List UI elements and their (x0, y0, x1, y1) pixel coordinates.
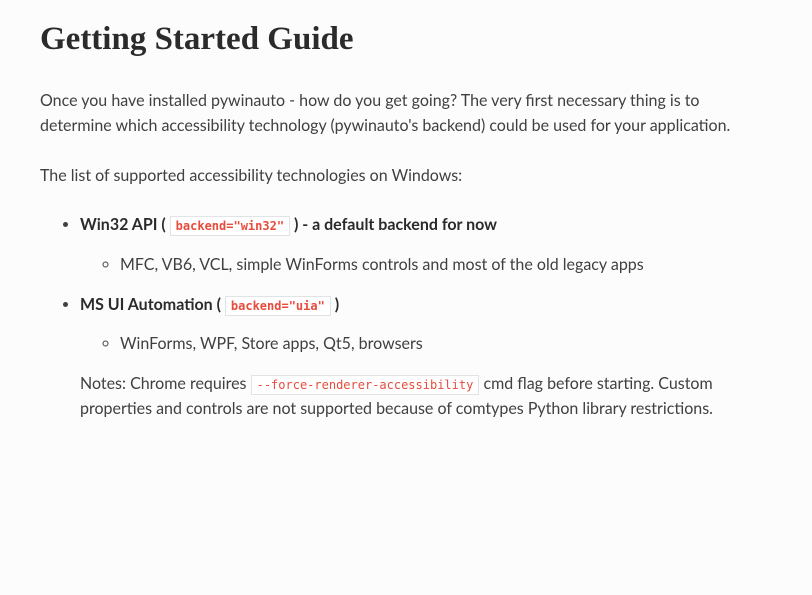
item-title-pre: Win32 API ( (80, 215, 166, 234)
sub-list: WinForms, WPF, Store apps, Qt5, browsers (80, 331, 772, 357)
item-code: backend="uia" (225, 296, 331, 316)
sub-list: MFC, VB6, VCL, simple WinForms controls … (80, 252, 772, 278)
list-intro-paragraph: The list of supported accessibility tech… (40, 163, 772, 189)
sub-item: WinForms, WPF, Store apps, Qt5, browsers (120, 331, 772, 357)
sub-item: MFC, VB6, VCL, simple WinForms controls … (120, 252, 772, 278)
page-title: Getting Started Guide (40, 20, 772, 60)
list-item: MS UI Automation ( backend="uia" ) WinFo… (80, 292, 772, 422)
item-notes: Notes: Chrome requires --force-renderer-… (80, 371, 772, 422)
item-title: MS UI Automation ( backend="uia" ) (80, 292, 772, 318)
backend-list: Win32 API ( backend="win32" ) - a defaul… (40, 212, 772, 422)
item-title: Win32 API ( backend="win32" ) - a defaul… (80, 212, 772, 238)
item-code: backend="win32" (170, 216, 290, 236)
list-item: Win32 API ( backend="win32" ) - a defaul… (80, 212, 772, 277)
intro-paragraph: Once you have installed pywinauto - how … (40, 88, 772, 139)
item-title-post: ) (335, 295, 339, 314)
item-title-post: ) - a default backend for now (294, 215, 497, 234)
item-title-pre: MS UI Automation ( (80, 295, 221, 314)
notes-pre: Notes: Chrome requires (80, 374, 251, 393)
notes-code: --force-renderer-accessibility (251, 375, 480, 395)
